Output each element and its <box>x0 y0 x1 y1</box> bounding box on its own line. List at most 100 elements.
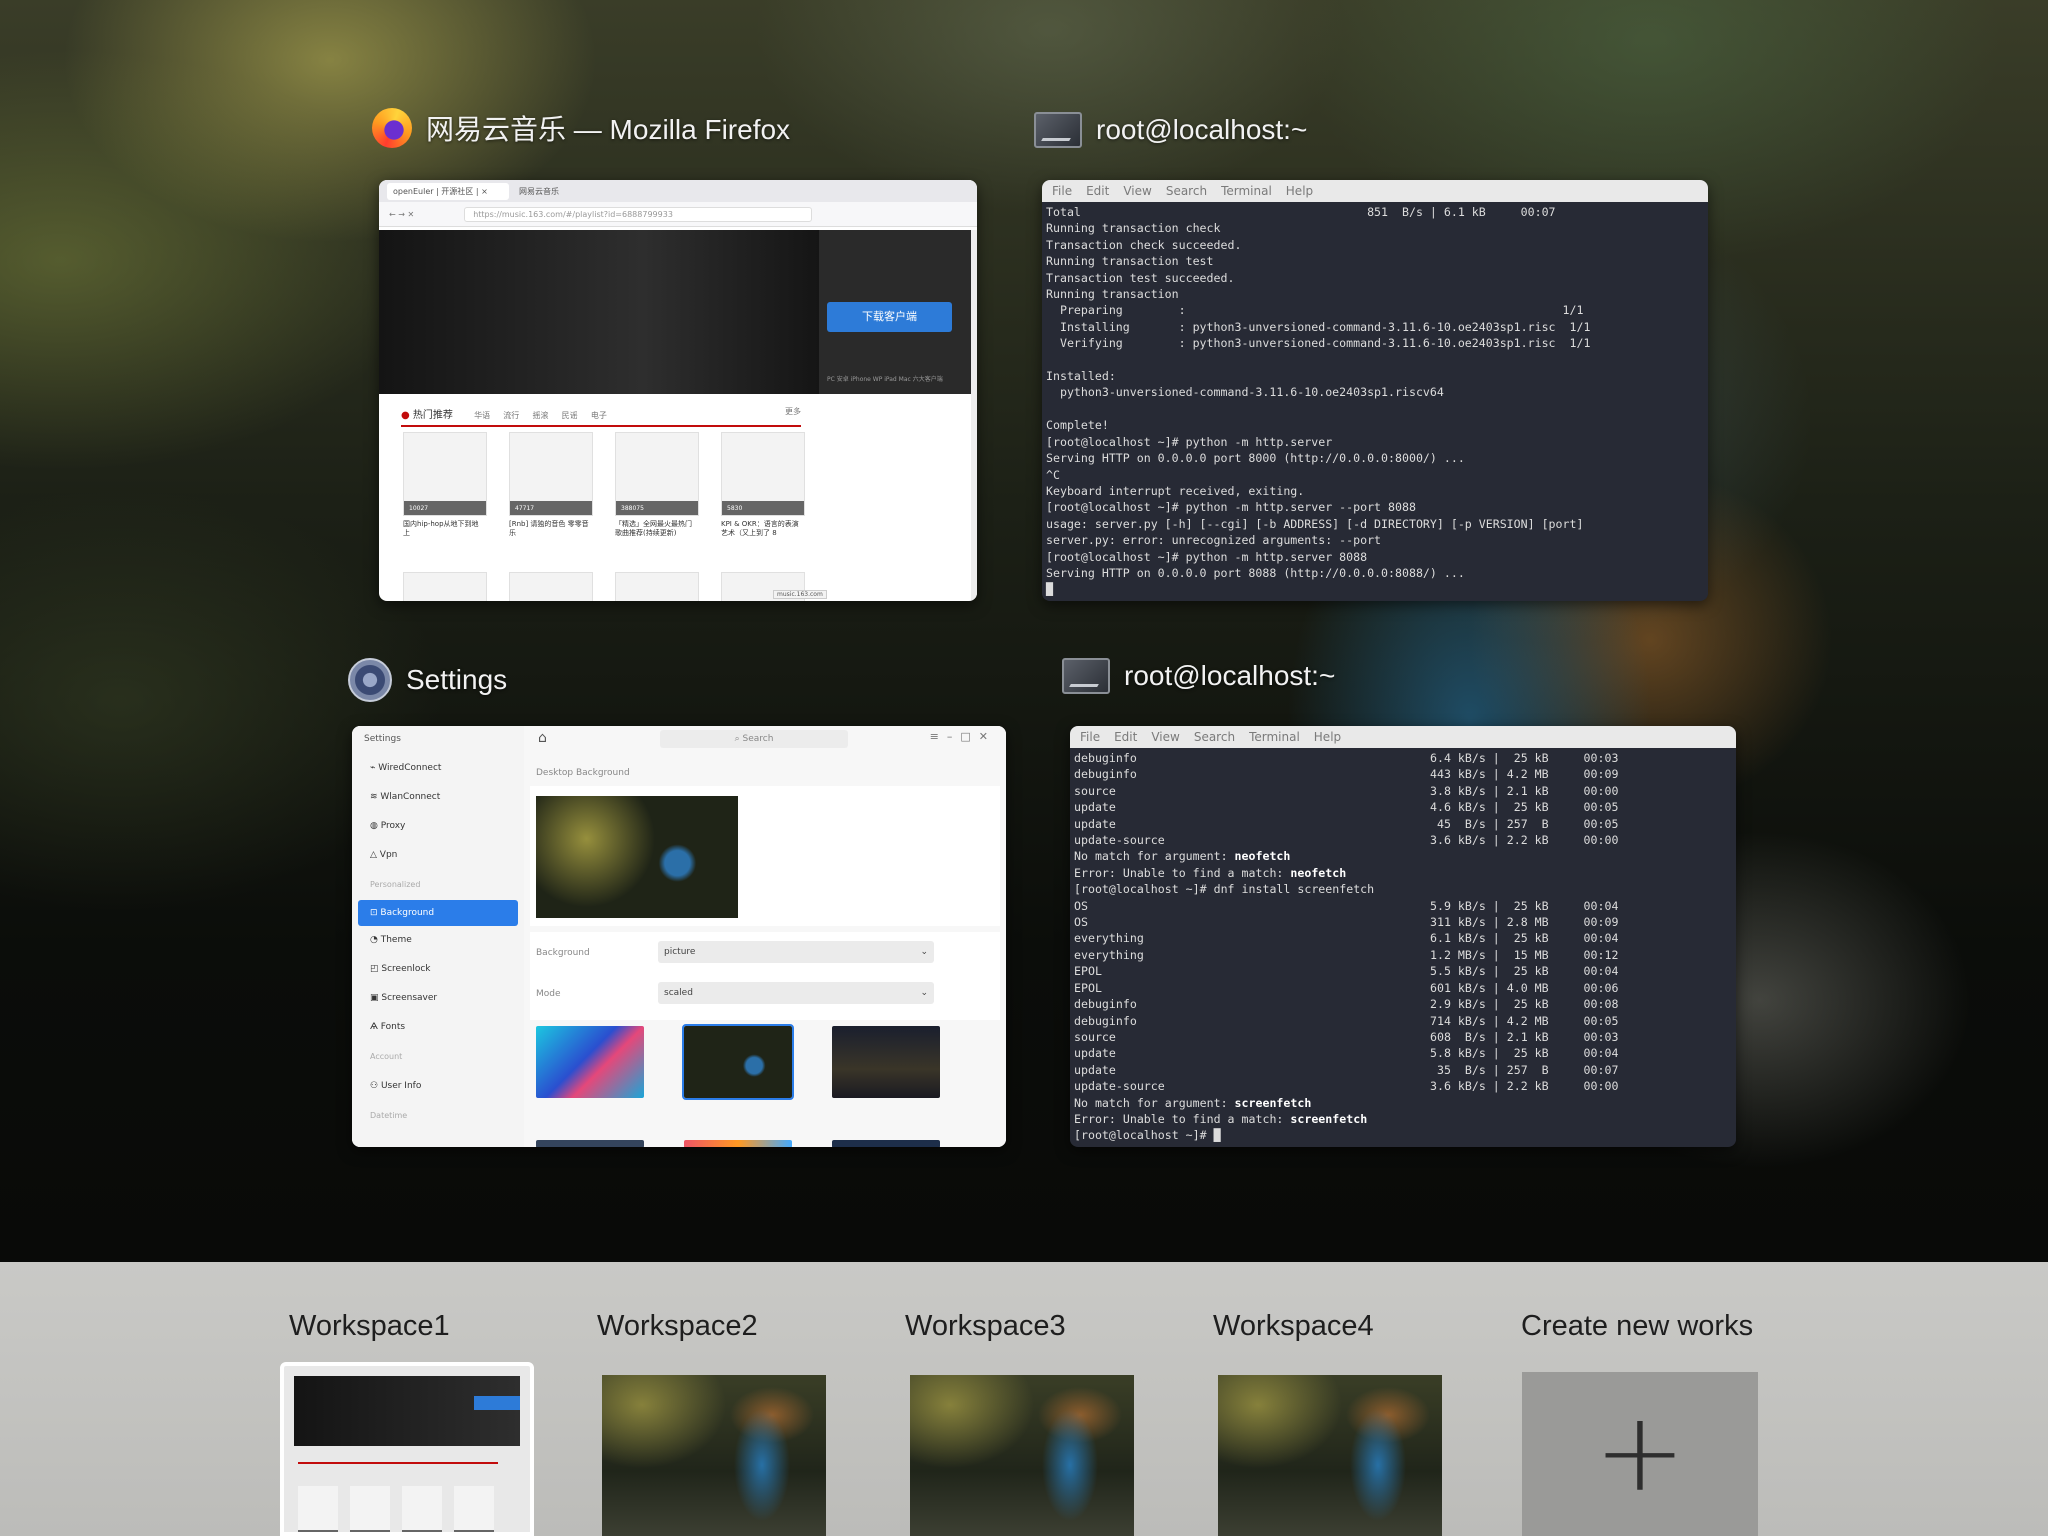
menu-terminal[interactable]: Terminal <box>1249 730 1300 744</box>
window-controls-icon[interactable]: ≡–□✕ <box>930 730 996 743</box>
plus-icon: + <box>1593 1387 1687 1516</box>
user-icon: ⚇ <box>370 1081 381 1091</box>
section-tab[interactable]: 华语 <box>474 411 490 420</box>
terminal2-output[interactable]: debuginfo 6.4 kB/s | 25 kB 00:03 debuginf… <box>1070 748 1736 1146</box>
sidebar-item-vpn[interactable]: △ Vpn <box>352 841 524 870</box>
sidebar-item-wiredconnect[interactable]: ⌁ WiredConnect <box>352 754 524 783</box>
settings-gear-icon <box>348 658 392 702</box>
sidebar-item-proxy[interactable]: ◍ Proxy <box>352 812 524 841</box>
wallpaper-option[interactable] <box>832 1140 940 1147</box>
menu-view[interactable]: View <box>1123 184 1151 198</box>
terminal-line: Running transaction test <box>1046 254 1214 269</box>
playlist-card[interactable] <box>615 572 699 601</box>
terminal-line: Total 851 B/s | 6.1 kB 00:07 <box>1046 205 1556 219</box>
sidebar-item-theme[interactable]: ◔ Theme <box>352 926 524 955</box>
terminal-line: Transaction test succeeded. <box>1046 270 1235 285</box>
terminal-line: update 35 B/s | 257 B 00:07 <box>1074 1062 1619 1077</box>
wallpaper-option-selected[interactable] <box>682 1024 794 1100</box>
menu-file[interactable]: File <box>1080 730 1100 744</box>
menu-file[interactable]: File <box>1052 184 1072 198</box>
menu-view[interactable]: View <box>1151 730 1179 744</box>
terminal-line: update 45 B/s | 257 B 00:05 <box>1074 816 1619 831</box>
sidebar-item-screenlock[interactable]: ◰ Screenlock <box>352 955 524 984</box>
settings-search[interactable]: ⌕ Search <box>660 730 848 748</box>
terminal2-window-thumbnail[interactable]: File Edit View Search Terminal Help debu… <box>1070 726 1736 1147</box>
section-tab[interactable]: 流行 <box>503 411 519 420</box>
playlist-card[interactable] <box>403 572 487 601</box>
group-datetime: Datetime <box>370 1111 408 1120</box>
create-workspace-label[interactable]: Create new works <box>1521 1310 1761 1343</box>
terminal-line: Running transaction <box>1046 287 1179 302</box>
create-workspace-button[interactable]: + <box>1522 1372 1758 1536</box>
playlist-card[interactable] <box>721 432 805 516</box>
menu-search[interactable]: Search <box>1194 730 1235 744</box>
playlist-card[interactable] <box>509 572 593 601</box>
workspace-label-2[interactable]: Workspace2 <box>597 1310 758 1343</box>
wallpaper-option[interactable] <box>536 1140 644 1147</box>
terminal-line: [root@localhost ~]# █ <box>1074 1128 1221 1143</box>
terminal1-window-thumbnail[interactable]: File Edit View Search Terminal Help Tota… <box>1042 180 1708 601</box>
workspace-thumbnail-3[interactable] <box>910 1375 1134 1536</box>
menu-help[interactable]: Help <box>1286 184 1313 198</box>
workspace-label-1[interactable]: Workspace1 <box>289 1310 450 1343</box>
firefox-tab[interactable]: 网易云音乐 <box>513 183 635 200</box>
playlist-card[interactable] <box>509 432 593 516</box>
playlist-card[interactable] <box>615 432 699 516</box>
playlist-caption[interactable]: [Rnb] 请独的音色 零零音乐 <box>509 520 591 538</box>
home-icon[interactable]: ⌂ <box>538 730 547 746</box>
terminal-line: █ <box>1046 582 1053 597</box>
background-select[interactable]: picture ⌄ <box>658 941 934 963</box>
firefox-scrollbar[interactable] <box>971 230 977 601</box>
section-tab[interactable]: 摇滚 <box>532 411 548 420</box>
terminal-line: update 4.6 kB/s | 25 kB 00:05 <box>1074 800 1619 815</box>
playlist-caption[interactable]: 国内hip-hop从地下到地上 <box>403 520 485 538</box>
wallpaper-option[interactable] <box>684 1140 792 1147</box>
settings-window-thumbnail[interactable]: Settings ⌁ WiredConnect ≋ WlanConnect ◍ … <box>352 726 1006 1147</box>
terminal-line: usage: server.py [-h] [--cgi] [-b ADDRES… <box>1046 516 1584 531</box>
terminal-line: debuginfo 443 kB/s | 4.2 MB 00:09 <box>1074 767 1619 782</box>
settings-window-title[interactable]: Settings <box>348 658 507 702</box>
mode-select[interactable]: scaled ⌄ <box>658 982 934 1004</box>
workspace-thumbnail-2[interactable] <box>602 1375 826 1536</box>
playlist-caption[interactable]: KPI & OKR：语言的表演艺术（又上到了 8 <box>721 520 803 538</box>
sidebar-item-userinfo[interactable]: ⚇ User Info <box>352 1072 524 1101</box>
workspace-thumbnail-4[interactable] <box>1218 1375 1442 1536</box>
firefox-tab[interactable]: openEuler | 开源社区 | × <box>387 182 509 200</box>
workspace-label-3[interactable]: Workspace3 <box>905 1310 1066 1343</box>
menu-search[interactable]: Search <box>1166 184 1207 198</box>
terminal2-window-title[interactable]: root@localhost:~ <box>1062 658 1335 694</box>
section-more-link[interactable]: 更多 <box>785 406 801 417</box>
chevron-down-icon: ⌄ <box>920 988 928 998</box>
terminal-line: python3-unversioned-command-3.11.6-10.oe… <box>1046 385 1444 400</box>
section-tab[interactable]: 民谣 <box>562 411 578 420</box>
terminal-line: EPOL 5.5 kB/s | 25 kB 00:04 <box>1074 964 1619 979</box>
music-banner <box>379 230 819 394</box>
firefox-window-thumbnail[interactable]: openEuler | 开源社区 | × 网易云音乐 ← → ✕ https:/… <box>379 180 977 601</box>
terminal1-window-title[interactable]: root@localhost:~ <box>1034 112 1307 148</box>
download-client-button[interactable]: 下载客户端 <box>827 302 952 332</box>
url-field[interactable]: https://music.163.com/#/playlist?id=6888… <box>464 206 813 222</box>
terminal-line: OS 311 kB/s | 2.8 MB 00:09 <box>1074 915 1619 930</box>
section-tab[interactable]: 电子 <box>591 411 607 420</box>
menu-terminal[interactable]: Terminal <box>1221 184 1272 198</box>
terminal-line: No match for argument: neofetch <box>1074 849 1291 864</box>
image-icon: ⊡ <box>370 908 381 918</box>
menu-edit[interactable]: Edit <box>1086 184 1109 198</box>
sidebar-item-wlanconnect[interactable]: ≋ WlanConnect <box>352 783 524 812</box>
wallpaper-option[interactable] <box>832 1026 940 1098</box>
nav-arrows-icon: ← → ✕ <box>389 209 415 219</box>
sidebar-item-background[interactable]: ⊡ Background <box>358 900 518 926</box>
wallpaper-option[interactable] <box>536 1026 644 1098</box>
workspace-thumbnail-current[interactable] <box>280 1362 534 1536</box>
hot-recommend-title: 热门推荐 <box>412 410 453 421</box>
menu-help[interactable]: Help <box>1314 730 1341 744</box>
workspace-label-4[interactable]: Workspace4 <box>1213 1310 1374 1343</box>
sidebar-item-screensaver[interactable]: ▣ Screensaver <box>352 984 524 1013</box>
firefox-window-title[interactable]: 网易云音乐 — Mozilla Firefox <box>372 108 790 148</box>
playlist-card[interactable] <box>403 432 487 516</box>
playlist-caption[interactable]: 「精选」全网最火最热门歌曲推荐(持续更新) <box>615 520 697 538</box>
terminal1-output[interactable]: Total 851 B/s | 6.1 kB 00:07 Running tran… <box>1042 202 1708 600</box>
terminal2-title-text: root@localhost:~ <box>1124 660 1336 691</box>
sidebar-item-fonts[interactable]: Ѧ Fonts <box>352 1013 524 1042</box>
menu-edit[interactable]: Edit <box>1114 730 1137 744</box>
